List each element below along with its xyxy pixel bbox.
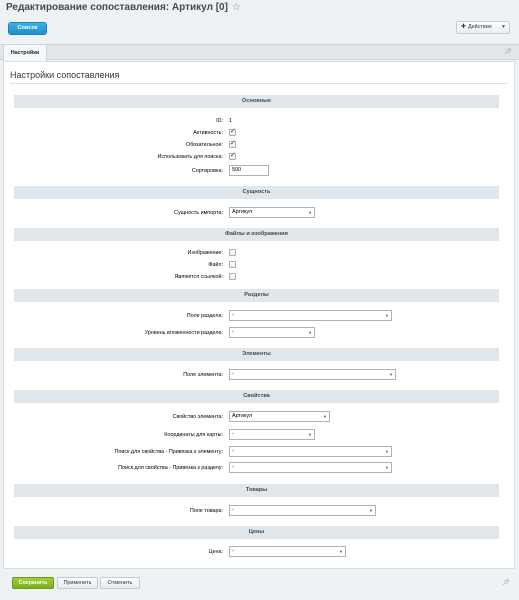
search-section-link-label: Поиск для свойства - Привязка к разделу:: [118, 465, 223, 471]
link-label: Являются ссылкой:: [174, 274, 223, 280]
row-search-elem-link: Поиск для свойства - Привязка к элементу…: [14, 446, 499, 459]
actions-label: Действия: [468, 24, 492, 30]
search-elem-link-value: -: [232, 448, 234, 454]
image-label: Изображение:: [187, 250, 223, 256]
row-search: Использовать для поиска:: [14, 151, 499, 164]
row-import-entity: Сущность импорта: Артикул ▼: [14, 207, 499, 220]
price-select[interactable]: - ▼: [229, 546, 346, 557]
row-image: Изображение:: [14, 248, 499, 260]
chevron-down-icon: ▼: [385, 313, 389, 318]
chevron-down-icon: ▼: [323, 414, 327, 419]
chevron-down-icon: ▼: [369, 508, 373, 513]
sort-label: Сортировка:: [191, 168, 223, 174]
chevron-down-icon: ▼: [501, 24, 506, 30]
chevron-down-icon: ▼: [385, 449, 389, 454]
row-element-property: Свойство элемента: Артикул ▼: [14, 411, 499, 424]
product-field-value: -: [232, 507, 234, 513]
link-checkbox[interactable]: [229, 273, 236, 280]
chevron-down-icon: ▼: [339, 549, 343, 554]
page-title: Редактирование сопоставления: Артикул [0…: [6, 2, 241, 13]
search-elem-link-select[interactable]: - ▼: [229, 446, 392, 457]
product-field-select[interactable]: - ▼: [229, 505, 376, 516]
chevron-down-icon: ▼: [385, 465, 389, 470]
search-label: Использовать для поиска:: [157, 154, 224, 160]
section-depth-label: Уровень вложенности раздела:: [144, 330, 223, 336]
chevron-down-icon: ▼: [308, 210, 312, 215]
save-button[interactable]: Сохранить: [12, 577, 54, 589]
pin-icon[interactable]: 📌︎: [502, 579, 510, 586]
id-label: ID:: [216, 118, 223, 124]
product-field-label: Поле товара:: [189, 508, 223, 514]
row-price: Цена: - ▼: [14, 546, 499, 559]
section-basic: Основные: [14, 95, 499, 108]
element-field-value: -: [232, 371, 234, 377]
sort-input[interactable]: 500: [229, 165, 269, 176]
row-id: ID: 1: [14, 116, 499, 128]
map-coords-value: -: [232, 431, 234, 437]
row-search-section-link: Поиск для свойства - Привязка к разделу:…: [14, 462, 499, 475]
element-field-label: Поле элемента:: [183, 372, 223, 378]
row-map-coords: Координаты для карты: - ▼: [14, 429, 499, 442]
page-title-text: Редактирование сопоставления: Артикул [0…: [6, 2, 228, 13]
id-value: 1: [229, 118, 232, 124]
section-sections: Разделы: [14, 289, 499, 302]
section-elements: Элементы: [14, 348, 499, 361]
row-link: Являются ссылкой:: [14, 272, 499, 284]
element-property-label: Свойство элемента:: [172, 414, 223, 420]
list-button[interactable]: Список: [9, 23, 46, 34]
required-checkbox[interactable]: [229, 139, 236, 148]
map-coords-select[interactable]: - ▼: [229, 429, 315, 440]
section-properties: Свойства: [14, 390, 499, 403]
section-products: Товары: [14, 484, 499, 497]
chevron-down-icon: ▼: [308, 330, 312, 335]
section-field-select[interactable]: - ▼: [229, 310, 392, 321]
search-checkbox[interactable]: [229, 151, 236, 160]
row-required: Обязательное:: [14, 139, 499, 152]
tab-settings[interactable]: Настройки: [3, 44, 47, 61]
tab-bar: Настройки 📌︎: [0, 44, 519, 61]
element-property-value: Артикул: [232, 413, 253, 419]
element-property-select[interactable]: Артикул ▼: [229, 411, 330, 422]
row-file: Файл:: [14, 260, 499, 272]
element-field-select[interactable]: - ▼: [229, 369, 396, 380]
chevron-down-icon: ▼: [308, 432, 312, 437]
section-field-label: Поле раздела:: [186, 313, 223, 319]
import-entity-select[interactable]: Артикул ▼: [229, 207, 315, 218]
active-label: Активность:: [193, 130, 223, 136]
plus-icon: ✚: [461, 24, 467, 30]
search-elem-link-label: Поиск для свойства - Привязка к элементу…: [114, 449, 224, 455]
section-depth-value: -: [232, 329, 234, 335]
row-section-field: Поле раздела: - ▼: [14, 310, 499, 323]
section-prices: Цены: [14, 526, 499, 539]
section-files: Файлы и изображения: [14, 228, 499, 241]
import-entity-value: Артикул: [232, 209, 253, 215]
map-coords-label: Координаты для карты:: [164, 432, 223, 438]
file-checkbox[interactable]: [229, 261, 236, 268]
row-sort: Сортировка: 500: [14, 165, 499, 178]
chevron-down-icon: ▼: [389, 372, 393, 377]
section-entity: Сущность: [14, 186, 499, 199]
actions-button[interactable]: ✚ Действия ▼: [456, 21, 510, 34]
star-icon[interactable]: ☆: [232, 2, 241, 13]
image-checkbox[interactable]: [229, 249, 236, 256]
section-field-value: -: [232, 312, 234, 318]
row-product-field: Поле товара: - ▼: [14, 505, 499, 518]
price-label: Цена:: [208, 549, 223, 555]
row-section-depth: Уровень вложенности раздела: - ▼: [14, 327, 499, 340]
row-element-field: Поле элемента: - ▼: [14, 369, 499, 382]
price-value: -: [232, 548, 234, 554]
active-checkbox[interactable]: [229, 127, 236, 136]
pin-icon[interactable]: 📌︎: [504, 48, 512, 55]
search-section-link-value: -: [232, 464, 234, 470]
row-active: Активность:: [14, 127, 499, 140]
import-entity-label: Сущность импорта:: [174, 210, 223, 216]
required-label: Обязательное:: [185, 142, 223, 148]
cancel-button[interactable]: Отменить: [100, 577, 140, 589]
file-label: Файл:: [208, 262, 223, 268]
search-section-link-select[interactable]: - ▼: [229, 462, 392, 473]
divider: [10, 83, 508, 84]
section-title: Настройки сопоставления: [10, 70, 120, 80]
apply-button[interactable]: Применить: [57, 577, 98, 589]
section-depth-select[interactable]: - ▼: [229, 327, 315, 338]
